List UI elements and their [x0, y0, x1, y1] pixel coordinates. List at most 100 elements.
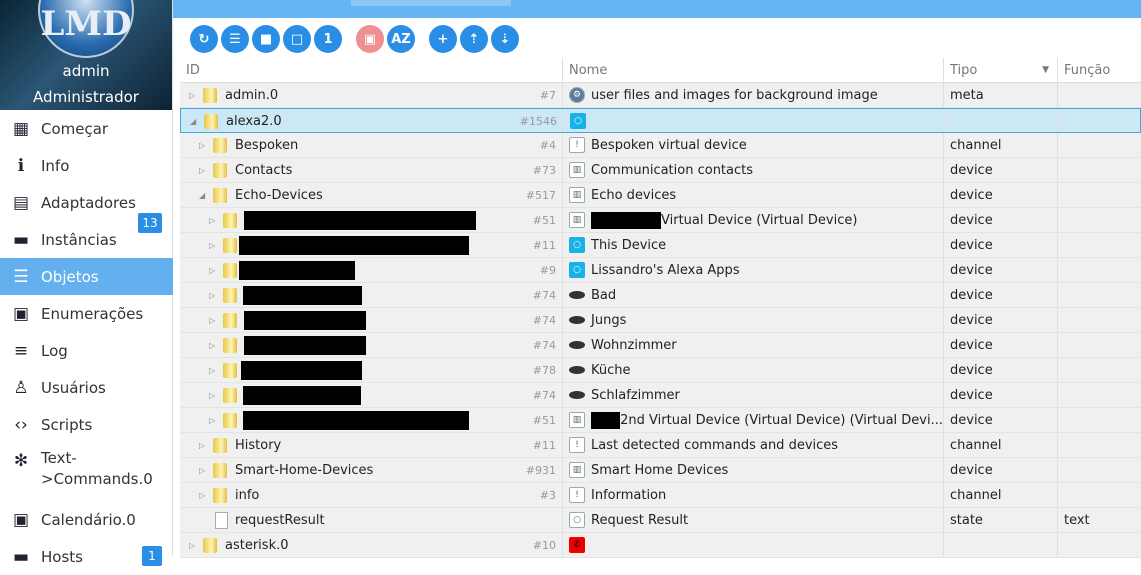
- table-row[interactable]: ▷ #51 ▥ Virtual Device (Virtual Device) de…: [180, 208, 1141, 233]
- expand-icon[interactable]: ▷: [209, 366, 215, 375]
- id-cell: ▷ History #11: [180, 433, 563, 457]
- table-row[interactable]: ▷ History #11 ! Last detected commands and …: [180, 433, 1141, 458]
- sort-icon[interactable]: ▼: [1042, 65, 1049, 75]
- col-type[interactable]: Tipo ▼: [944, 58, 1058, 82]
- expand-icon[interactable]: ▷: [209, 291, 215, 300]
- folder-icon: [204, 114, 218, 129]
- table-row[interactable]: ▷ #74 Wohnzimmer device: [180, 333, 1141, 358]
- nav-item-4[interactable]: ☰ Objetos: [0, 258, 173, 295]
- folder-outline-button[interactable]: □: [283, 25, 311, 53]
- info-icon: ℹ: [17, 155, 25, 176]
- col-name[interactable]: Nome: [563, 58, 944, 82]
- table-row[interactable]: ▷ #9 ○ Lissandro's Alexa Apps device: [180, 258, 1141, 283]
- type-cell: channel: [944, 433, 1058, 457]
- expand-icon[interactable]: ▷: [189, 91, 195, 100]
- folder-filled-button[interactable]: ■: [252, 25, 280, 53]
- device-icon: ▥: [569, 212, 585, 228]
- table-row[interactable]: ▷ info #3 ! Information channel: [180, 483, 1141, 508]
- table-row[interactable]: ▷ admin.0 #7 ⚙ user files and images for ba…: [180, 83, 1141, 108]
- phone-icon: ✆: [569, 537, 585, 553]
- type-cell: meta: [944, 83, 1058, 107]
- name-cell: ! Bespoken virtual device: [563, 133, 944, 157]
- col-id[interactable]: ID: [180, 58, 563, 82]
- card-icon: ▣: [12, 303, 30, 324]
- role-cell: [1058, 208, 1141, 232]
- contact-button[interactable]: ▣: [356, 25, 384, 53]
- expand-icon[interactable]: ▷: [209, 266, 215, 275]
- user-name: admin: [62, 62, 110, 80]
- table-row[interactable]: ▷ #11 ○ This Device device: [180, 233, 1141, 258]
- expand-icon[interactable]: ▷: [209, 416, 215, 425]
- col-type-label: Tipo: [950, 62, 978, 78]
- child-count: #74: [532, 314, 556, 327]
- expand-icon[interactable]: ▷: [209, 241, 215, 250]
- download-button[interactable]: ⇣: [491, 25, 519, 53]
- channel-icon: !: [569, 437, 585, 453]
- col-role[interactable]: Função: [1058, 58, 1141, 82]
- collapse-icon[interactable]: ◢: [190, 117, 196, 126]
- id-cell: ▷ #11: [180, 233, 563, 257]
- role-cell: [1058, 183, 1141, 207]
- nav-item-6[interactable]: ≡ Log: [0, 332, 173, 369]
- type-cell: [945, 109, 1059, 132]
- add-button[interactable]: +: [429, 25, 457, 53]
- nav-item-7[interactable]: ♙ Usuários: [0, 369, 173, 406]
- expand-icon[interactable]: ▷: [209, 391, 215, 400]
- upload-button[interactable]: ⇡: [460, 25, 488, 53]
- expand-icon[interactable]: ▷: [209, 216, 215, 225]
- nav-item-0[interactable]: ▦ Começar: [0, 110, 173, 147]
- id-cell: ▷ #74: [180, 308, 563, 332]
- id-cell: ▷ info #3: [180, 483, 563, 507]
- expand-icon[interactable]: ▷: [199, 166, 205, 175]
- child-count: #10: [532, 539, 556, 552]
- table-row[interactable]: ▷ Bespoken #4 ! Bespoken virtual device cha…: [180, 133, 1141, 158]
- nav-item-3[interactable]: ▬ Instâncias: [0, 221, 173, 258]
- folder-icon: [213, 163, 227, 178]
- role-cell: [1058, 358, 1141, 382]
- id-cell: ▷ #78: [180, 358, 563, 382]
- nav-label: Info: [41, 156, 70, 175]
- expand-icon[interactable]: ▷: [199, 491, 205, 500]
- logo: LMD: [38, 0, 134, 58]
- id-cell: ◢ Echo-Devices #517: [180, 183, 563, 207]
- expand-icon[interactable]: ▷: [209, 316, 215, 325]
- table-row[interactable]: ▷ asterisk.0 #10 ✆: [180, 533, 1141, 558]
- nav-item-5[interactable]: ▣ Enumerações: [0, 295, 173, 332]
- object-name: Wohnzimmer: [591, 337, 677, 353]
- nav-item-1[interactable]: ℹ Info: [0, 147, 173, 184]
- expand-icon[interactable]: ▷: [189, 541, 195, 550]
- table-row[interactable]: ▷ #74 Jungs device: [180, 308, 1141, 333]
- table-row[interactable]: ◢ alexa2.0 #1546 ○: [180, 108, 1141, 133]
- nav-item-10[interactable]: ▣ Calendário.0: [0, 501, 173, 538]
- list-button[interactable]: ☰: [221, 25, 249, 53]
- expand-icon[interactable]: ▷: [199, 141, 205, 150]
- id-cell: ▷ #74: [180, 333, 563, 357]
- sort-az-button[interactable]: AZ: [387, 25, 415, 53]
- type-cell: device: [944, 408, 1058, 432]
- table-row[interactable]: ▷ #74 Schlafzimmer device: [180, 383, 1141, 408]
- name-cell: ! Last detected commands and devices: [563, 433, 944, 457]
- nav-item-9[interactable]: ✻ Text->Commands.0: [0, 443, 173, 495]
- table-row[interactable]: ▷ #74 Bad device: [180, 283, 1141, 308]
- one-button[interactable]: 1: [314, 25, 342, 53]
- table-row[interactable]: ▷ Contacts #73 ▥ Communication contacts dev…: [180, 158, 1141, 183]
- child-count: #73: [532, 164, 556, 177]
- collapse-icon[interactable]: ◢: [199, 191, 205, 200]
- id-cell: ▷ #74: [180, 383, 563, 407]
- table-row[interactable]: ▷ Smart-Home-Devices #931 ▥ Smart Home Devi…: [180, 458, 1141, 483]
- table-row[interactable]: requestResult ○ Request Result state text: [180, 508, 1141, 533]
- search-input[interactable]: [351, 0, 511, 6]
- table-row[interactable]: ▷ #51 ▥ 2nd Virtual Device (Virtual Device…: [180, 408, 1141, 433]
- nav-item-8[interactable]: ‹› Scripts: [0, 406, 173, 443]
- expand-icon[interactable]: ▷: [199, 441, 205, 450]
- calendar-icon: ▣: [12, 509, 30, 530]
- name-cell: Küche: [563, 358, 944, 382]
- refresh-button[interactable]: ↻: [190, 25, 218, 53]
- channel-icon: !: [569, 487, 585, 503]
- device-icon: ▥: [569, 462, 585, 478]
- table-row[interactable]: ▷ #78 Küche device: [180, 358, 1141, 383]
- state-icon: ○: [569, 512, 585, 528]
- expand-icon[interactable]: ▷: [199, 466, 205, 475]
- expand-icon[interactable]: ▷: [209, 341, 215, 350]
- table-row[interactable]: ◢ Echo-Devices #517 ▥ Echo devices device: [180, 183, 1141, 208]
